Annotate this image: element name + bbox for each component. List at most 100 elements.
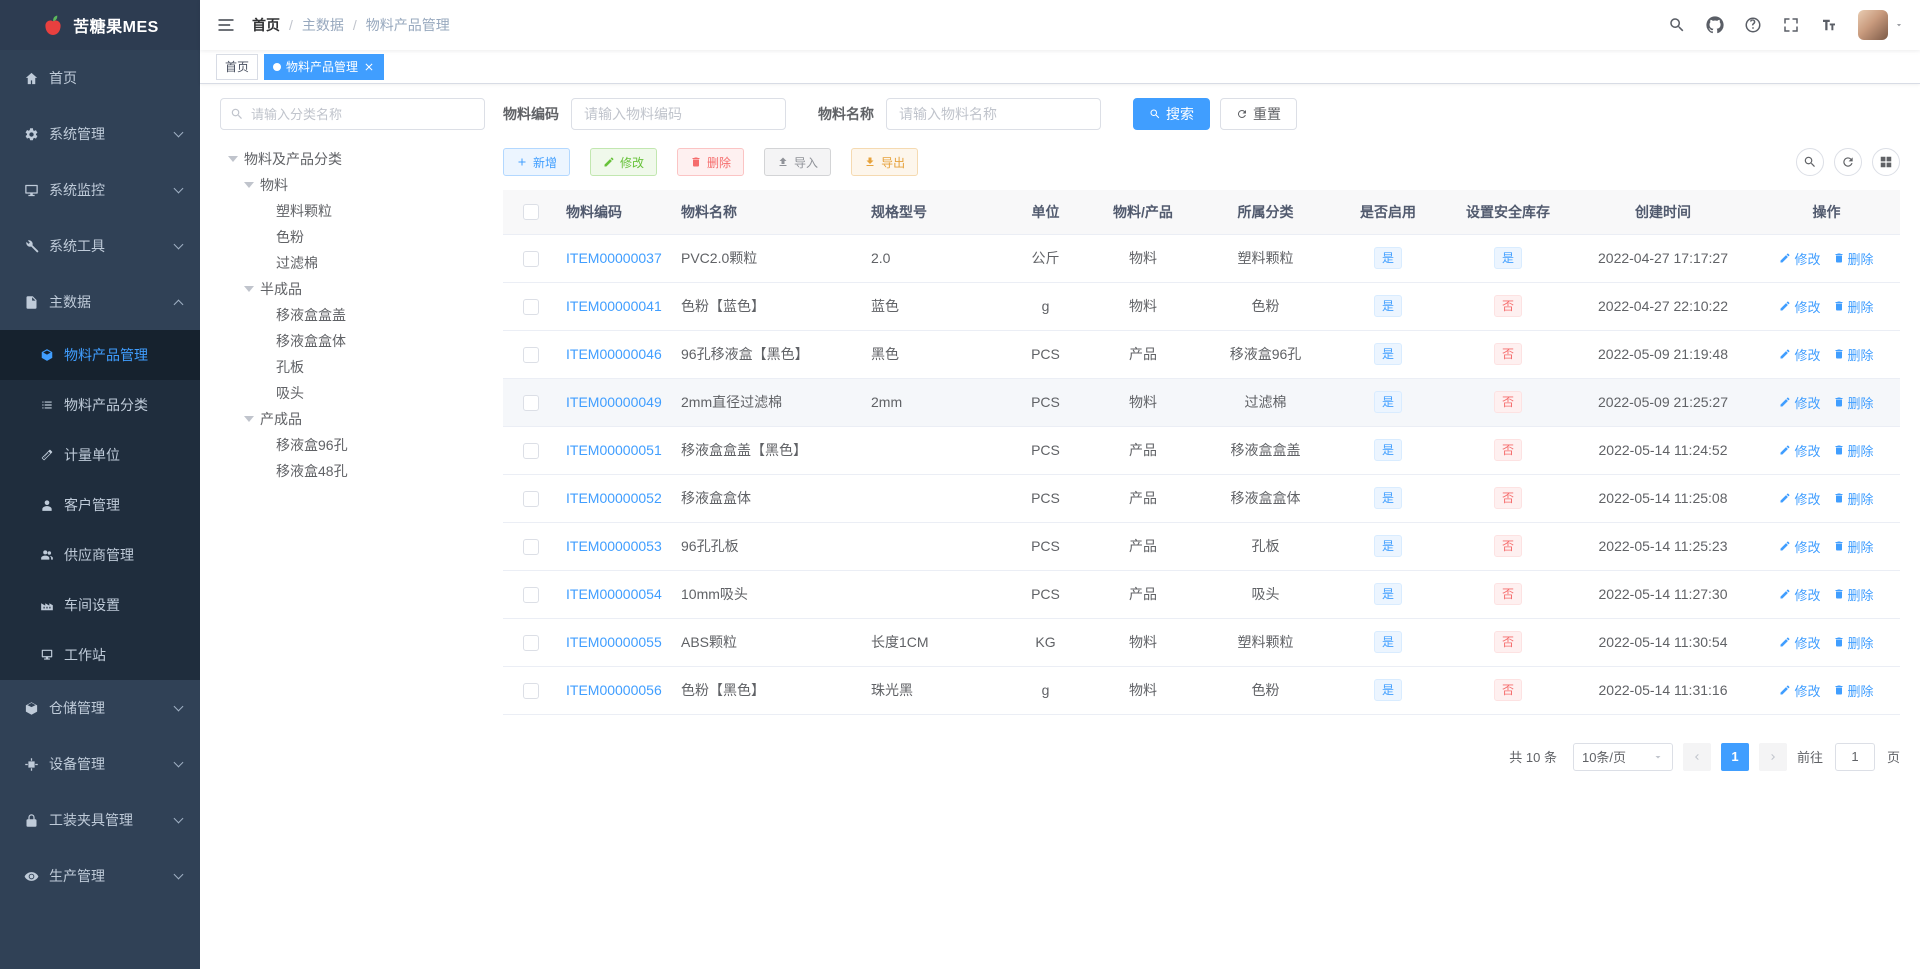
filter-input-material-code[interactable] [571,98,786,130]
row-edit-button[interactable]: 修改 [1779,633,1821,652]
page-number-button[interactable]: 1 [1720,742,1749,771]
row-delete-button[interactable]: 删除 [1833,249,1874,268]
sidebar-item-material-product-mgmt[interactable]: 物料产品管理 [0,330,200,380]
delete-button[interactable]: 删除 [677,148,745,176]
row-delete-button[interactable]: 删除 [1833,633,1874,652]
tree-node[interactable]: 过滤棉 [220,250,485,276]
row-checkbox[interactable] [522,346,539,363]
select-all-checkbox[interactable] [522,204,539,221]
github-icon[interactable] [1706,16,1724,34]
row-delete-button[interactable]: 删除 [1833,537,1874,556]
material-code-link[interactable]: ITEM00000049 [566,394,662,410]
tree-node[interactable]: 移液盒盒体 [220,328,485,354]
tree-node[interactable]: 产成品 [220,406,485,432]
edit-button[interactable]: 修改 [590,148,658,176]
prev-page-button[interactable] [1682,742,1711,771]
export-button[interactable]: 导出 [851,148,919,176]
sidebar-item-fixture-mgmt[interactable]: 工装夹具管理 [0,792,200,848]
sidebar-item-production-mgmt[interactable]: 生产管理 [0,848,200,904]
help-icon[interactable] [1744,16,1762,34]
sidebar-item-equipment-mgmt[interactable]: 设备管理 [0,736,200,792]
material-code-link[interactable]: ITEM00000037 [566,250,662,266]
search-button[interactable]: 搜索 [1133,98,1210,130]
material-code-link[interactable]: ITEM00000055 [566,634,662,650]
breadcrumb-item[interactable]: 主数据 [302,15,344,35]
row-edit-button[interactable]: 修改 [1779,537,1821,556]
row-edit-button[interactable]: 修改 [1779,489,1821,508]
import-button[interactable]: 导入 [764,148,832,176]
search-icon[interactable] [1668,16,1686,34]
row-checkbox[interactable] [522,634,539,651]
material-code-link[interactable]: ITEM00000053 [566,538,662,554]
row-checkbox[interactable] [522,394,539,411]
refresh-icon[interactable] [1834,148,1862,176]
breadcrumb-item[interactable]: 首页 [252,15,280,35]
tree-node[interactable]: 塑料颗粒 [220,198,485,224]
column-settings-icon[interactable] [1872,148,1900,176]
sidebar-item-system-monitor[interactable]: 系统监控 [0,162,200,218]
next-page-button[interactable] [1758,742,1787,771]
material-code-link[interactable]: ITEM00000051 [566,442,662,458]
tree-node[interactable]: 物料及产品分类 [220,146,485,172]
add-button[interactable]: 新增 [503,148,571,176]
row-edit-button[interactable]: 修改 [1779,441,1821,460]
user-menu[interactable] [1858,10,1904,40]
reset-button[interactable]: 重置 [1220,98,1297,130]
row-edit-button[interactable]: 修改 [1779,681,1821,700]
sidebar-item-measure-unit[interactable]: 计量单位 [0,430,200,480]
tree-node[interactable]: 孔板 [220,354,485,380]
sidebar-item-supplier-mgmt[interactable]: 供应商管理 [0,530,200,580]
row-edit-button[interactable]: 修改 [1779,249,1821,268]
tab-material-product-mgmt[interactable]: 物料产品管理 [264,53,385,80]
row-delete-button[interactable]: 删除 [1833,585,1874,604]
tree-node[interactable]: 移液盒96孔 [220,432,485,458]
goto-page-input[interactable] [1834,742,1875,771]
category-search-input[interactable] [220,98,485,130]
tree-node[interactable]: 移液盒48孔 [220,458,485,484]
sidebar-item-warehouse-mgmt[interactable]: 仓储管理 [0,680,200,736]
row-checkbox[interactable] [522,442,539,459]
font-size-icon[interactable] [1820,16,1838,34]
close-icon[interactable] [363,61,375,73]
sidebar-item-material-product-category[interactable]: 物料产品分类 [0,380,200,430]
breadcrumb-item[interactable]: 物料产品管理 [366,15,450,35]
tree-node[interactable]: 色粉 [220,224,485,250]
row-checkbox[interactable] [522,538,539,555]
tree-node[interactable]: 半成品 [220,276,485,302]
material-code-link[interactable]: ITEM00000041 [566,298,662,314]
row-delete-button[interactable]: 删除 [1833,297,1874,316]
search-toggle-icon[interactable] [1796,148,1824,176]
sidebar-item-system-tools[interactable]: 系统工具 [0,218,200,274]
sidebar-item-home[interactable]: 首页 [0,50,200,106]
row-delete-button[interactable]: 删除 [1833,345,1874,364]
material-code-link[interactable]: ITEM00000054 [566,586,662,602]
row-checkbox[interactable] [522,490,539,507]
tree-node[interactable]: 物料 [220,172,485,198]
material-code-link[interactable]: ITEM00000046 [566,346,662,362]
sidebar-item-workstation[interactable]: 工作站 [0,630,200,680]
row-edit-button[interactable]: 修改 [1779,297,1821,316]
filter-input-material-name[interactable] [886,98,1101,130]
page-size-select[interactable]: 10条/页 [1572,742,1673,771]
sidebar-item-master-data[interactable]: 主数据 [0,274,200,330]
row-checkbox[interactable] [522,298,539,315]
row-checkbox[interactable] [522,586,539,603]
row-edit-button[interactable]: 修改 [1779,585,1821,604]
sidebar-item-system-mgmt[interactable]: 系统管理 [0,106,200,162]
row-delete-button[interactable]: 删除 [1833,489,1874,508]
row-checkbox[interactable] [522,682,539,699]
row-checkbox[interactable] [522,250,539,267]
row-edit-button[interactable]: 修改 [1779,345,1821,364]
row-delete-button[interactable]: 删除 [1833,681,1874,700]
tree-node[interactable]: 移液盒盒盖 [220,302,485,328]
fullscreen-icon[interactable] [1782,16,1800,34]
material-code-link[interactable]: ITEM00000052 [566,490,662,506]
material-code-link[interactable]: ITEM00000056 [566,682,662,698]
row-edit-button[interactable]: 修改 [1779,393,1821,412]
tree-node[interactable]: 吸头 [220,380,485,406]
sidebar-item-customer-mgmt[interactable]: 客户管理 [0,480,200,530]
row-delete-button[interactable]: 删除 [1833,441,1874,460]
row-delete-button[interactable]: 删除 [1833,393,1874,412]
hamburger-icon[interactable] [216,15,236,35]
sidebar-item-workshop-setting[interactable]: 车间设置 [0,580,200,630]
